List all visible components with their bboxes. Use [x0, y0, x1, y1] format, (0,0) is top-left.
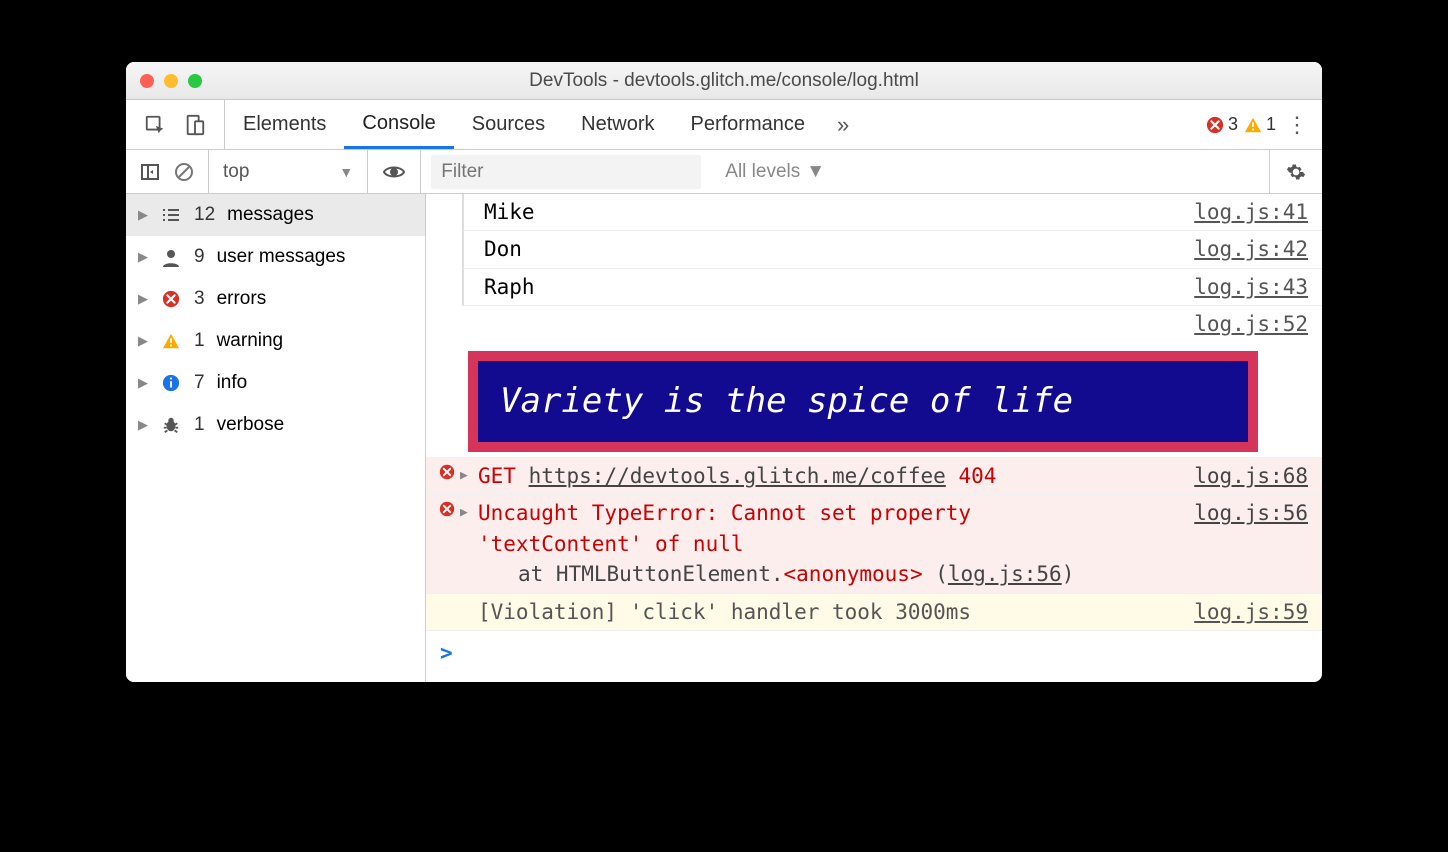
disclosure-triangle-icon[interactable]: ▶ — [460, 461, 478, 491]
error-icon — [160, 290, 182, 308]
messages-label: messages — [227, 204, 314, 226]
disclosure-triangle-icon: ▶ — [138, 333, 148, 349]
tab-network[interactable]: Network — [563, 100, 672, 149]
tab-elements[interactable]: Elements — [225, 100, 344, 149]
log-source-link[interactable]: log.js:43 — [1180, 272, 1308, 302]
log-levels-selector[interactable]: All levels ▼ — [711, 161, 839, 183]
user-messages-count: 9 — [194, 246, 205, 268]
bug-icon — [160, 416, 182, 434]
disclosure-triangle-icon: ▶ — [138, 375, 148, 391]
log-entry[interactable]: Don log.js:42 — [462, 231, 1322, 268]
http-method: GET — [478, 464, 516, 488]
verbose-label: verbose — [217, 414, 285, 436]
request-url-link[interactable]: https://devtools.glitch.me/coffee — [529, 464, 946, 488]
prompt-chevron-icon: > — [440, 641, 453, 665]
sidebar-item-warnings[interactable]: ▶ 1 warning — [126, 320, 425, 362]
clear-console-icon[interactable] — [174, 162, 194, 182]
device-toolbar-icon[interactable] — [184, 114, 206, 136]
log-entry-error[interactable]: ▶ GET https://devtools.glitch.me/coffee … — [426, 458, 1322, 495]
log-entry[interactable]: Raph log.js:43 — [462, 269, 1322, 306]
console-prompt[interactable]: > — [426, 631, 1322, 675]
warnings-label: warning — [217, 330, 284, 352]
warning-count: 1 — [1266, 114, 1276, 135]
execution-context-label: top — [223, 161, 249, 183]
list-icon — [160, 207, 182, 223]
error-count-badge[interactable]: 3 — [1206, 114, 1238, 135]
log-entry-violation[interactable]: [Violation] 'click' handler took 3000ms … — [426, 594, 1322, 631]
tab-console[interactable]: Console — [344, 100, 453, 149]
log-source-link[interactable]: log.js:56 — [1180, 498, 1308, 589]
live-expression-icon[interactable] — [367, 150, 421, 193]
error-icon — [434, 498, 460, 589]
execution-context-selector[interactable]: top ▼ — [209, 150, 367, 193]
panel-tabstrip: Elements Console Sources Network Perform… — [126, 100, 1322, 150]
settings-menu-button[interactable]: ⋮ — [1282, 112, 1312, 138]
stack-frame: at HTMLButtonElement.<anonymous> (log.js… — [478, 559, 1180, 589]
info-count: 7 — [194, 372, 205, 394]
log-levels-label: All levels — [725, 161, 800, 183]
error-icon — [434, 461, 460, 491]
sidebar-item-messages[interactable]: ▶ 12 messages — [126, 194, 425, 236]
log-source-link[interactable]: log.js:41 — [1180, 197, 1308, 227]
stack-source-link[interactable]: log.js:56 — [948, 562, 1062, 586]
sidebar-item-info[interactable]: ▶ 7 info — [126, 362, 425, 404]
violation-message: [Violation] 'click' handler took 3000ms — [478, 597, 1180, 627]
disclosure-triangle-icon: ▶ — [138, 291, 148, 307]
user-icon — [160, 247, 182, 267]
disclosure-triangle-icon: ▶ — [138, 207, 148, 223]
chevron-down-icon: ▼ — [339, 164, 353, 180]
chevron-down-icon: ▼ — [806, 161, 825, 183]
more-tabs-button[interactable]: » — [823, 112, 863, 138]
log-message: Mike — [472, 197, 1180, 227]
inspect-element-icon[interactable] — [144, 114, 166, 136]
log-source-link[interactable]: log.js:59 — [1180, 597, 1308, 627]
disclosure-triangle-icon: ▶ — [138, 417, 148, 433]
error-message-line: 'textContent' of null — [478, 532, 744, 556]
log-source-link[interactable]: log.js:42 — [1180, 234, 1308, 264]
sidebar-item-user-messages[interactable]: ▶ 9 user messages — [126, 236, 425, 278]
tab-performance[interactable]: Performance — [673, 100, 824, 149]
warning-icon — [160, 332, 182, 350]
log-source-link[interactable]: log.js:68 — [1180, 461, 1308, 491]
errors-label: errors — [217, 288, 267, 310]
log-message: Don — [472, 234, 1180, 264]
warning-count-badge[interactable]: 1 — [1244, 114, 1276, 135]
filter-input[interactable] — [431, 155, 701, 189]
warnings-count: 1 — [194, 330, 205, 352]
error-count: 3 — [1228, 114, 1238, 135]
styled-log-message: Variety is the spice of life — [468, 351, 1258, 452]
console-output: Mike log.js:41 Don log.js:42 Raph log.js… — [426, 194, 1322, 682]
http-status: 404 — [958, 464, 996, 488]
info-icon — [160, 374, 182, 392]
sidebar-item-verbose[interactable]: ▶ 1 verbose — [126, 404, 425, 446]
log-message: Raph — [472, 272, 1180, 302]
log-entry-error[interactable]: ▶ Uncaught TypeError: Cannot set propert… — [426, 495, 1322, 593]
titlebar: DevTools - devtools.glitch.me/console/lo… — [126, 62, 1322, 100]
log-source-link[interactable]: log.js:52 — [1180, 309, 1308, 339]
error-message-line: Uncaught TypeError: Cannot set property — [478, 501, 971, 525]
window-title: DevTools - devtools.glitch.me/console/lo… — [126, 70, 1322, 92]
disclosure-triangle-icon[interactable]: ▶ — [460, 498, 478, 589]
console-sidebar: ▶ 12 messages ▶ 9 user messages ▶ — [126, 194, 426, 682]
disclosure-triangle-icon: ▶ — [138, 249, 148, 265]
log-entry[interactable]: Mike log.js:41 — [462, 194, 1322, 231]
devtools-window: DevTools - devtools.glitch.me/console/lo… — [126, 62, 1322, 682]
tab-sources[interactable]: Sources — [454, 100, 563, 149]
sidebar-item-errors[interactable]: ▶ 3 errors — [126, 278, 425, 320]
messages-count: 12 — [194, 204, 215, 226]
toggle-sidebar-icon[interactable] — [140, 162, 160, 182]
verbose-count: 1 — [194, 414, 205, 436]
log-entry[interactable]: log.js:52 — [426, 306, 1322, 342]
info-label: info — [217, 372, 248, 394]
log-entry-styled[interactable]: Variety is the spice of life — [426, 343, 1322, 458]
console-toolbar: top ▼ All levels ▼ — [126, 150, 1322, 194]
errors-count: 3 — [194, 288, 205, 310]
user-messages-label: user messages — [217, 246, 346, 268]
console-settings-icon[interactable] — [1269, 150, 1322, 193]
